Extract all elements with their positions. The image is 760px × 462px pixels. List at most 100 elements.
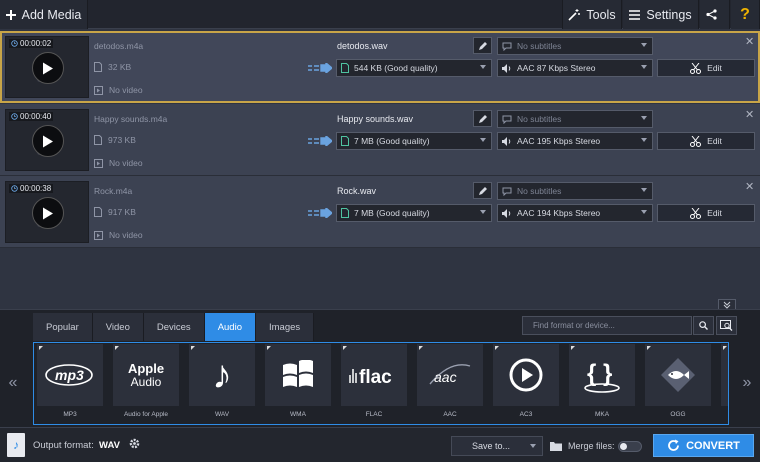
device-search-icon — [720, 320, 733, 331]
windows-logo-icon — [265, 344, 331, 406]
no-video-icon — [94, 230, 103, 240]
scroll-right-button[interactable]: » — [734, 343, 760, 423]
format-mka[interactable]: { } MKA — [569, 344, 635, 422]
file-icon — [341, 136, 349, 146]
rename-button[interactable] — [473, 182, 492, 199]
file-icon — [94, 207, 102, 217]
remove-file-icon[interactable]: ✕ — [745, 108, 754, 121]
rename-button[interactable] — [473, 37, 492, 54]
settings-button[interactable]: Settings — [623, 0, 699, 29]
detect-device-button[interactable] — [716, 316, 737, 335]
edit-label: Edit — [707, 136, 722, 146]
output-format-label: Output format: — [33, 440, 94, 451]
chevron-down-icon — [530, 444, 536, 448]
chevrons-down-icon — [723, 301, 731, 309]
refresh-icon — [668, 439, 680, 451]
convert-arrow-icon — [308, 133, 334, 149]
format-tabs: Popular Video Devices Audio Images — [33, 313, 315, 341]
braces-logo-icon: { } — [569, 344, 635, 406]
format-search-input[interactable] — [522, 316, 692, 335]
format-label: Audio for Apple — [123, 410, 169, 418]
format-mp3[interactable]: mp3 MP3 — [37, 344, 103, 422]
menu-icon — [629, 9, 641, 20]
merge-files-toggle[interactable] — [618, 441, 642, 452]
file-thumbnail[interactable]: ♫ 00:00:40 — [5, 109, 89, 171]
save-to-dropdown[interactable]: Save to... — [451, 436, 543, 456]
video-info: No video — [94, 158, 143, 168]
subtitles-dropdown[interactable]: No subtitles — [497, 110, 653, 128]
chevron-down-icon — [641, 188, 647, 192]
play-button[interactable] — [32, 52, 64, 84]
edit-button[interactable]: Edit — [657, 132, 755, 150]
scissors-icon — [690, 207, 702, 219]
duration-badge: 00:00:02 — [9, 39, 54, 48]
play-button[interactable] — [32, 197, 64, 229]
output-file-name: detodos.wav — [337, 41, 388, 51]
output-size-dropdown[interactable]: 544 KB (Good quality) — [336, 59, 492, 77]
file-thumbnail[interactable]: ♫ 00:00:02 — [5, 36, 89, 98]
edit-button[interactable]: Edit — [657, 204, 755, 222]
share-button[interactable] — [700, 0, 730, 29]
file-thumbnail[interactable]: ♫ 00:00:38 — [5, 181, 89, 243]
output-size-dropdown[interactable]: 7 MB (Good quality) — [336, 132, 492, 150]
format-grid: mp3 MP3 Apple Audio Audio for Apple ♪ WA… — [33, 342, 729, 425]
chevron-down-icon — [480, 65, 486, 69]
file-row[interactable]: ♫ 00:00:40 Happy sounds.m4a 973 KB No vi… — [0, 104, 760, 176]
format-label: FLAC — [365, 410, 383, 418]
audio-track-dropdown[interactable]: AAC 194 Kbps Stereo — [497, 204, 653, 222]
convert-arrow-icon — [308, 60, 334, 76]
add-media-button[interactable]: Add Media — [0, 0, 88, 29]
tab-devices[interactable]: Devices — [143, 313, 205, 341]
edit-button[interactable]: Edit — [657, 59, 755, 77]
remove-file-icon[interactable]: ✕ — [745, 35, 754, 48]
video-info-text: No video — [109, 85, 143, 95]
output-format-value[interactable]: WAV — [99, 440, 120, 451]
tab-popular[interactable]: Popular — [33, 313, 93, 341]
svg-text:flac: flac — [359, 367, 392, 387]
tools-button[interactable]: Tools — [562, 0, 622, 29]
aac-logo-icon: aac — [417, 344, 483, 406]
output-size-dropdown[interactable]: 7 MB (Good quality) — [336, 204, 492, 222]
format-wav[interactable]: ♪ WAV — [189, 344, 255, 422]
help-button[interactable]: ? — [731, 0, 760, 29]
format-flac[interactable]: flac FLAC — [341, 344, 407, 422]
subtitles-dropdown[interactable]: No subtitles — [497, 182, 653, 200]
audio-track-dropdown[interactable]: AAC 195 Kbps Stereo — [497, 132, 653, 150]
file-row[interactable]: ♫ 00:00:02 detodos.m4a 32 KB No video de… — [0, 31, 760, 103]
subtitles-dropdown[interactable]: No subtitles — [497, 37, 653, 55]
rename-button[interactable] — [473, 110, 492, 127]
tab-images[interactable]: Images — [256, 313, 315, 341]
fish-logo-icon — [645, 344, 711, 406]
convert-label: CONVERT — [686, 439, 740, 452]
audio-track-dropdown[interactable]: AAC 87 Kbps Stereo — [497, 59, 653, 77]
source-size-text: 917 KB — [108, 207, 136, 217]
remove-file-icon[interactable]: ✕ — [745, 180, 754, 193]
scroll-left-button[interactable]: « — [0, 343, 26, 423]
tab-video[interactable]: Video — [92, 313, 144, 341]
search-button[interactable] — [693, 316, 714, 335]
file-row[interactable]: ♫ 00:00:38 Rock.m4a 917 KB No video Rock… — [0, 176, 760, 248]
format-wma[interactable]: WMA — [265, 344, 331, 422]
chevron-down-icon — [641, 43, 647, 47]
duration-badge: 00:00:38 — [9, 184, 54, 193]
source-size: 973 KB — [94, 135, 136, 145]
output-format-file-icon[interactable]: ♪ — [7, 433, 25, 457]
format-ogg[interactable]: OGG — [645, 344, 711, 422]
format-partial[interactable] — [721, 344, 728, 406]
play-button[interactable] — [32, 125, 64, 157]
gear-icon[interactable] — [128, 437, 141, 450]
merge-files-label: Merge files: — [568, 441, 615, 451]
speech-bubble-icon — [502, 42, 512, 51]
convert-button[interactable]: CONVERT — [653, 434, 754, 457]
format-aac[interactable]: aac AAC — [417, 344, 483, 422]
open-folder-button[interactable] — [547, 436, 565, 456]
format-ac3[interactable]: AC3 — [493, 344, 559, 422]
subtitles-text: No subtitles — [517, 114, 562, 124]
tab-audio[interactable]: Audio — [204, 313, 256, 341]
magic-wand-icon — [568, 8, 581, 21]
audio-track-text: AAC 87 Kbps Stereo — [517, 63, 596, 73]
format-apple-audio[interactable]: Apple Audio Audio for Apple — [113, 344, 179, 422]
source-file-name: detodos.m4a — [94, 41, 144, 51]
clock-icon — [11, 113, 18, 120]
wav-logo-glyph: ♪ — [212, 353, 232, 397]
